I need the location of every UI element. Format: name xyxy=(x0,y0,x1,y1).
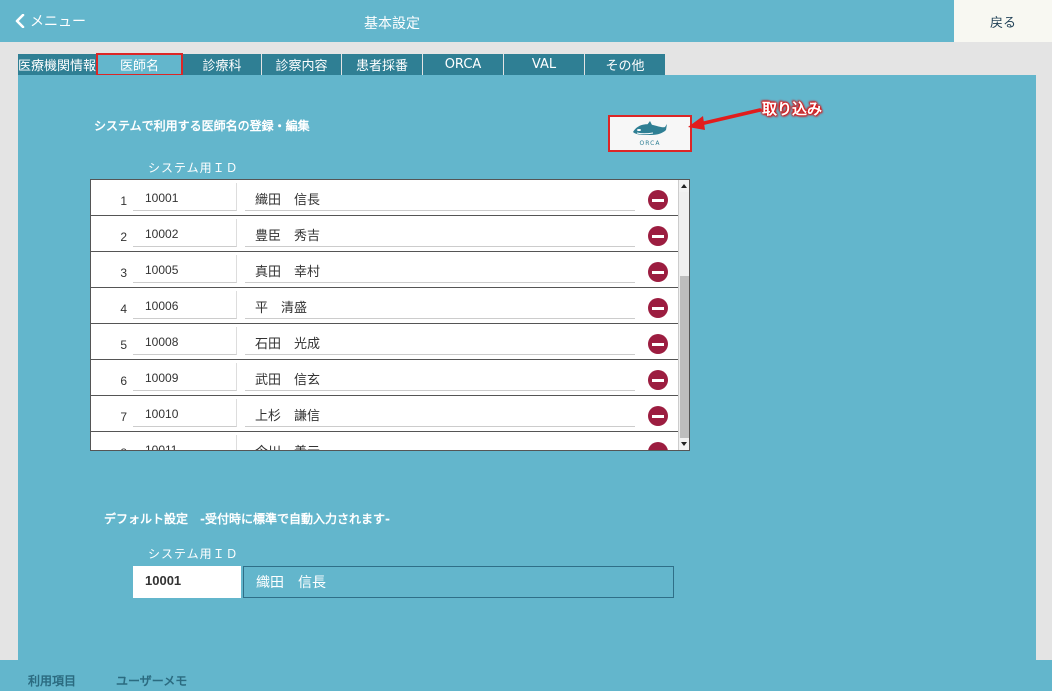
app-header: メニュー 基本設定 戻る xyxy=(0,0,1052,42)
table-row: 8 10011 今川 義元 xyxy=(91,432,678,450)
table-row: 1 10001 織田 信長 xyxy=(91,180,678,216)
scroll-down-icon[interactable] xyxy=(679,438,689,450)
default-id-input[interactable]: 10001 xyxy=(133,566,241,598)
tab-department[interactable]: 診療科 xyxy=(183,54,261,75)
tab-other[interactable]: その他 xyxy=(585,54,665,75)
row-number: 5 xyxy=(120,338,127,352)
doctor-section-title: システムで利用する医師名の登録・編集 xyxy=(94,119,310,133)
row-number: 4 xyxy=(120,302,127,316)
footer-bar: 利用項目 ユーザーメモ xyxy=(0,660,1052,691)
tab-val[interactable]: VAL xyxy=(504,54,584,75)
back-button[interactable]: 戻る xyxy=(954,0,1052,42)
table-scrollbar[interactable] xyxy=(678,180,689,450)
row-number: 1 xyxy=(120,194,127,208)
default-doctor-name: 織田 信長 xyxy=(243,566,674,598)
row-number: 6 xyxy=(120,374,127,388)
footer-usage-items[interactable]: 利用項目 xyxy=(28,672,76,689)
orca-import-button[interactable]: ORCA xyxy=(608,115,692,152)
default-id-column-label: システム用ＩＤ xyxy=(148,547,239,561)
orca-button-text: ORCA xyxy=(639,139,661,147)
doctor-id-field[interactable]: 10011 xyxy=(133,435,237,450)
system-id-column-label: システム用ＩＤ xyxy=(148,161,239,175)
delete-row-icon[interactable] xyxy=(648,262,668,282)
doctor-name-field[interactable]: 武田 信玄 xyxy=(245,363,635,391)
tab-medical-institution[interactable]: 医療機関情報 xyxy=(18,54,96,75)
orca-whale-icon xyxy=(633,120,667,135)
doctor-id-field[interactable]: 10009 xyxy=(133,363,237,391)
delete-row-icon[interactable] xyxy=(648,442,668,450)
row-number: 3 xyxy=(120,266,127,280)
doctor-id-field[interactable]: 10008 xyxy=(133,327,237,355)
table-row: 5 10008 石田 光成 xyxy=(91,324,678,360)
delete-row-icon[interactable] xyxy=(648,298,668,318)
doctor-name-field[interactable]: 今川 義元 xyxy=(245,435,635,450)
row-number: 8 xyxy=(97,446,127,450)
import-annotation: 取り込み xyxy=(762,100,823,118)
doctor-name-field[interactable]: 上杉 謙信 xyxy=(245,399,635,427)
tab-orca[interactable]: ORCA xyxy=(423,54,503,75)
table-row: 2 10002 豊臣 秀吉 xyxy=(91,216,678,252)
footer-user-memo[interactable]: ユーザーメモ xyxy=(116,672,187,689)
table-row: 4 10006 平 清盛 xyxy=(91,288,678,324)
page-title: 基本設定 xyxy=(364,16,420,32)
doctor-id-field[interactable]: 10002 xyxy=(133,219,237,247)
scroll-up-icon[interactable] xyxy=(679,180,689,192)
row-number: 7 xyxy=(120,410,127,424)
default-section-title: デフォルト設定 -受付時に標準で自動入力されます- xyxy=(104,512,390,526)
doctor-table: 1 10001 織田 信長 2 10002 豊臣 秀吉 3 10005 真田 幸… xyxy=(90,179,690,451)
doctor-name-field[interactable]: 織田 信長 xyxy=(245,183,635,211)
table-row: 3 10005 真田 幸村 xyxy=(91,252,678,288)
doctor-id-field[interactable]: 10010 xyxy=(133,399,237,427)
doctor-id-field[interactable]: 10005 xyxy=(133,255,237,283)
row-number: 2 xyxy=(120,230,127,244)
delete-row-icon[interactable] xyxy=(648,226,668,246)
delete-row-icon[interactable] xyxy=(648,334,668,354)
doctor-name-field[interactable]: 豊臣 秀吉 xyxy=(245,219,635,247)
table-row: 7 10010 上杉 謙信 xyxy=(91,396,678,432)
table-row: 6 10009 武田 信玄 xyxy=(91,360,678,396)
doctor-name-field[interactable]: 平 清盛 xyxy=(245,291,635,319)
delete-row-icon[interactable] xyxy=(648,190,668,210)
tab-doctor-name[interactable]: 医師名 xyxy=(96,53,183,76)
tab-patient-numbering[interactable]: 患者採番 xyxy=(342,54,422,75)
doctor-id-field[interactable]: 10001 xyxy=(133,183,237,211)
doctor-name-field[interactable]: 石田 光成 xyxy=(245,327,635,355)
delete-row-icon[interactable] xyxy=(648,370,668,390)
doctor-id-field[interactable]: 10006 xyxy=(133,291,237,319)
annotation-arrow-icon xyxy=(688,108,762,130)
settings-tabs: 医療機関情報 医師名 診療科 診察内容 患者採番 ORCA VAL その他 xyxy=(18,53,666,76)
tab-consultation[interactable]: 診察内容 xyxy=(262,54,341,75)
scroll-thumb[interactable] xyxy=(680,276,689,438)
delete-row-icon[interactable] xyxy=(648,406,668,426)
doctor-name-field[interactable]: 真田 幸村 xyxy=(245,255,635,283)
